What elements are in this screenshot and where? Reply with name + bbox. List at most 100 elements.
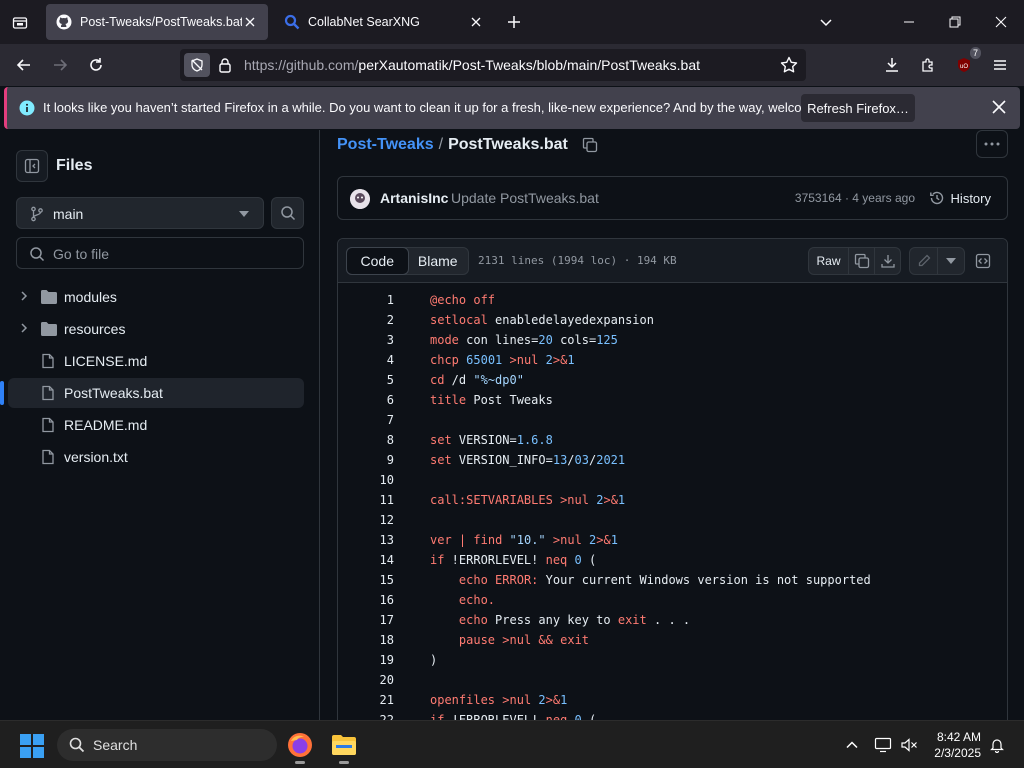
close-notification-icon[interactable] <box>992 100 1006 114</box>
line-number[interactable]: 19 <box>358 650 394 670</box>
line-number[interactable]: 12 <box>358 510 394 530</box>
line-number[interactable]: 14 <box>358 550 394 570</box>
branch-selector[interactable]: main <box>16 197 264 229</box>
line-number[interactable]: 1 <box>358 290 394 310</box>
line-number[interactable]: 2 <box>358 310 394 330</box>
tab-github[interactable]: Post-Tweaks/PostTweaks.bat at <box>46 4 268 40</box>
list-all-tabs-chevron-down-icon[interactable] <box>814 10 838 34</box>
line-number[interactable]: 22 <box>358 710 394 720</box>
taskbar-search-box[interactable]: Search <box>57 729 277 761</box>
downloads-icon[interactable] <box>880 53 904 77</box>
line-number[interactable]: 18 <box>358 630 394 650</box>
taskbar-search-label: Search <box>93 737 138 753</box>
copy-path-icon[interactable] <box>582 137 598 153</box>
url-text[interactable]: https://github.com/perXautomatik/Post-Tw… <box>244 57 700 73</box>
tree-item-modules[interactable]: modules <box>8 282 304 312</box>
line-number[interactable]: 11 <box>358 490 394 510</box>
tree-item-version[interactable]: version.txt <box>8 442 304 472</box>
collapse-sidebar-icon[interactable] <box>16 150 48 182</box>
commit-meta[interactable]: 3753164 · 4 years ago <box>795 191 915 205</box>
line-source: call:SETVARIABLES >nul 2>&1 <box>430 493 626 507</box>
network-display-icon[interactable] <box>873 735 893 755</box>
show-hidden-icons-chevron-up-icon[interactable] <box>842 735 862 755</box>
bookmark-star-icon[interactable] <box>780 56 798 74</box>
download-icon[interactable] <box>875 248 900 274</box>
folder-icon <box>40 289 57 305</box>
line-source: title Post Tweaks <box>430 393 553 407</box>
raw-button[interactable]: Raw <box>809 248 849 274</box>
code-line: 10 <box>338 470 1007 490</box>
extensions-puzzle-icon[interactable] <box>916 53 940 77</box>
file-explorer-taskbar-icon[interactable] <box>328 729 360 764</box>
line-number[interactable]: 10 <box>358 470 394 490</box>
close-tab-icon[interactable] <box>468 14 484 30</box>
line-number[interactable]: 16 <box>358 590 394 610</box>
commit-author-link[interactable]: ArtanisInc <box>380 190 448 206</box>
tree-item-posttweaks[interactable]: PostTweaks.bat <box>0 378 304 408</box>
tab-blame[interactable]: Blame <box>408 248 469 274</box>
latest-commit-bar: ArtanisInc Update PostTweaks.bat 3753164… <box>337 176 1008 220</box>
tab-code[interactable]: Code <box>346 247 409 275</box>
edit-dropdown-caret-icon[interactable] <box>938 248 964 274</box>
line-number[interactable]: 6 <box>358 390 394 410</box>
go-to-file-field[interactable] <box>16 237 304 269</box>
more-options-kebab-icon[interactable] <box>976 130 1008 158</box>
line-number[interactable]: 4 <box>358 350 394 370</box>
line-number[interactable]: 13 <box>358 530 394 550</box>
copy-raw-icon[interactable] <box>849 248 875 274</box>
search-files-button[interactable] <box>271 197 304 229</box>
firefox-view-icon[interactable] <box>8 11 32 35</box>
line-number[interactable]: 15 <box>358 570 394 590</box>
notification-bell-icon[interactable] <box>987 735 1007 755</box>
firefox-taskbar-icon[interactable] <box>284 729 316 764</box>
line-number[interactable]: 9 <box>358 450 394 470</box>
line-number[interactable]: 3 <box>358 330 394 350</box>
chevron-right-icon[interactable] <box>18 322 30 334</box>
line-source: chcp 65001 >nul 2>&1 <box>430 353 575 367</box>
system-clock[interactable]: 8:42 AM 2/3/2025 <box>934 729 981 761</box>
lock-icon[interactable] <box>218 57 232 73</box>
line-number[interactable]: 17 <box>358 610 394 630</box>
line-number[interactable]: 5 <box>358 370 394 390</box>
tab-title: CollabNet SearXNG <box>308 15 420 29</box>
refresh-firefox-button[interactable]: Refresh Firefox… <box>801 94 915 122</box>
back-arrow-icon[interactable] <box>12 53 36 77</box>
line-number[interactable]: 21 <box>358 690 394 710</box>
go-to-file-input[interactable] <box>53 244 293 264</box>
tracking-protection-shield-icon[interactable] <box>184 53 210 77</box>
tree-item-readme[interactable]: README.md <box>8 410 304 440</box>
file-view: Post-Tweaks / PostTweaks.bat ArtanisInc … <box>321 130 1024 720</box>
line-source: @echo off <box>430 293 496 307</box>
info-icon <box>19 100 35 116</box>
tree-item-license[interactable]: LICENSE.md <box>8 346 304 376</box>
file-content-box: Code Blame 2131 lines (1994 loc) · 194 K… <box>337 238 1008 720</box>
close-tab-icon[interactable] <box>242 14 258 30</box>
caret-down-icon <box>239 211 249 217</box>
file-icon <box>40 353 56 369</box>
reload-icon[interactable] <box>84 53 108 77</box>
close-window-icon[interactable] <box>989 10 1013 34</box>
new-tab-plus-icon[interactable] <box>503 11 525 33</box>
chevron-right-icon[interactable] <box>18 290 30 302</box>
history-link[interactable]: History <box>929 190 991 206</box>
forward-arrow-icon[interactable] <box>48 53 72 77</box>
breadcrumb-repo-link[interactable]: Post-Tweaks <box>337 136 434 154</box>
minimize-icon[interactable] <box>897 10 921 34</box>
ublock-extension-icon[interactable]: uO 7 <box>952 47 981 77</box>
line-number[interactable]: 7 <box>358 410 394 430</box>
line-source: echo. <box>458 593 496 607</box>
restore-icon[interactable] <box>943 10 967 34</box>
commit-message-link[interactable]: Update PostTweaks.bat <box>451 190 599 206</box>
code-line: 7 <box>338 410 1007 430</box>
tree-item-resources[interactable]: resources <box>8 314 304 344</box>
hamburger-menu-icon[interactable] <box>988 53 1012 77</box>
address-bar[interactable]: https://github.com/perXautomatik/Post-Tw… <box>180 49 806 81</box>
line-number[interactable]: 20 <box>358 670 394 690</box>
line-number[interactable]: 8 <box>358 430 394 450</box>
windows-start-icon[interactable] <box>20 734 44 758</box>
tab-searxng[interactable]: CollabNet SearXNG <box>274 4 494 40</box>
edit-pencil-icon[interactable] <box>910 248 938 274</box>
avatar[interactable] <box>350 189 370 209</box>
volume-muted-icon[interactable] <box>899 735 919 755</box>
symbols-panel-icon[interactable] <box>975 253 991 269</box>
